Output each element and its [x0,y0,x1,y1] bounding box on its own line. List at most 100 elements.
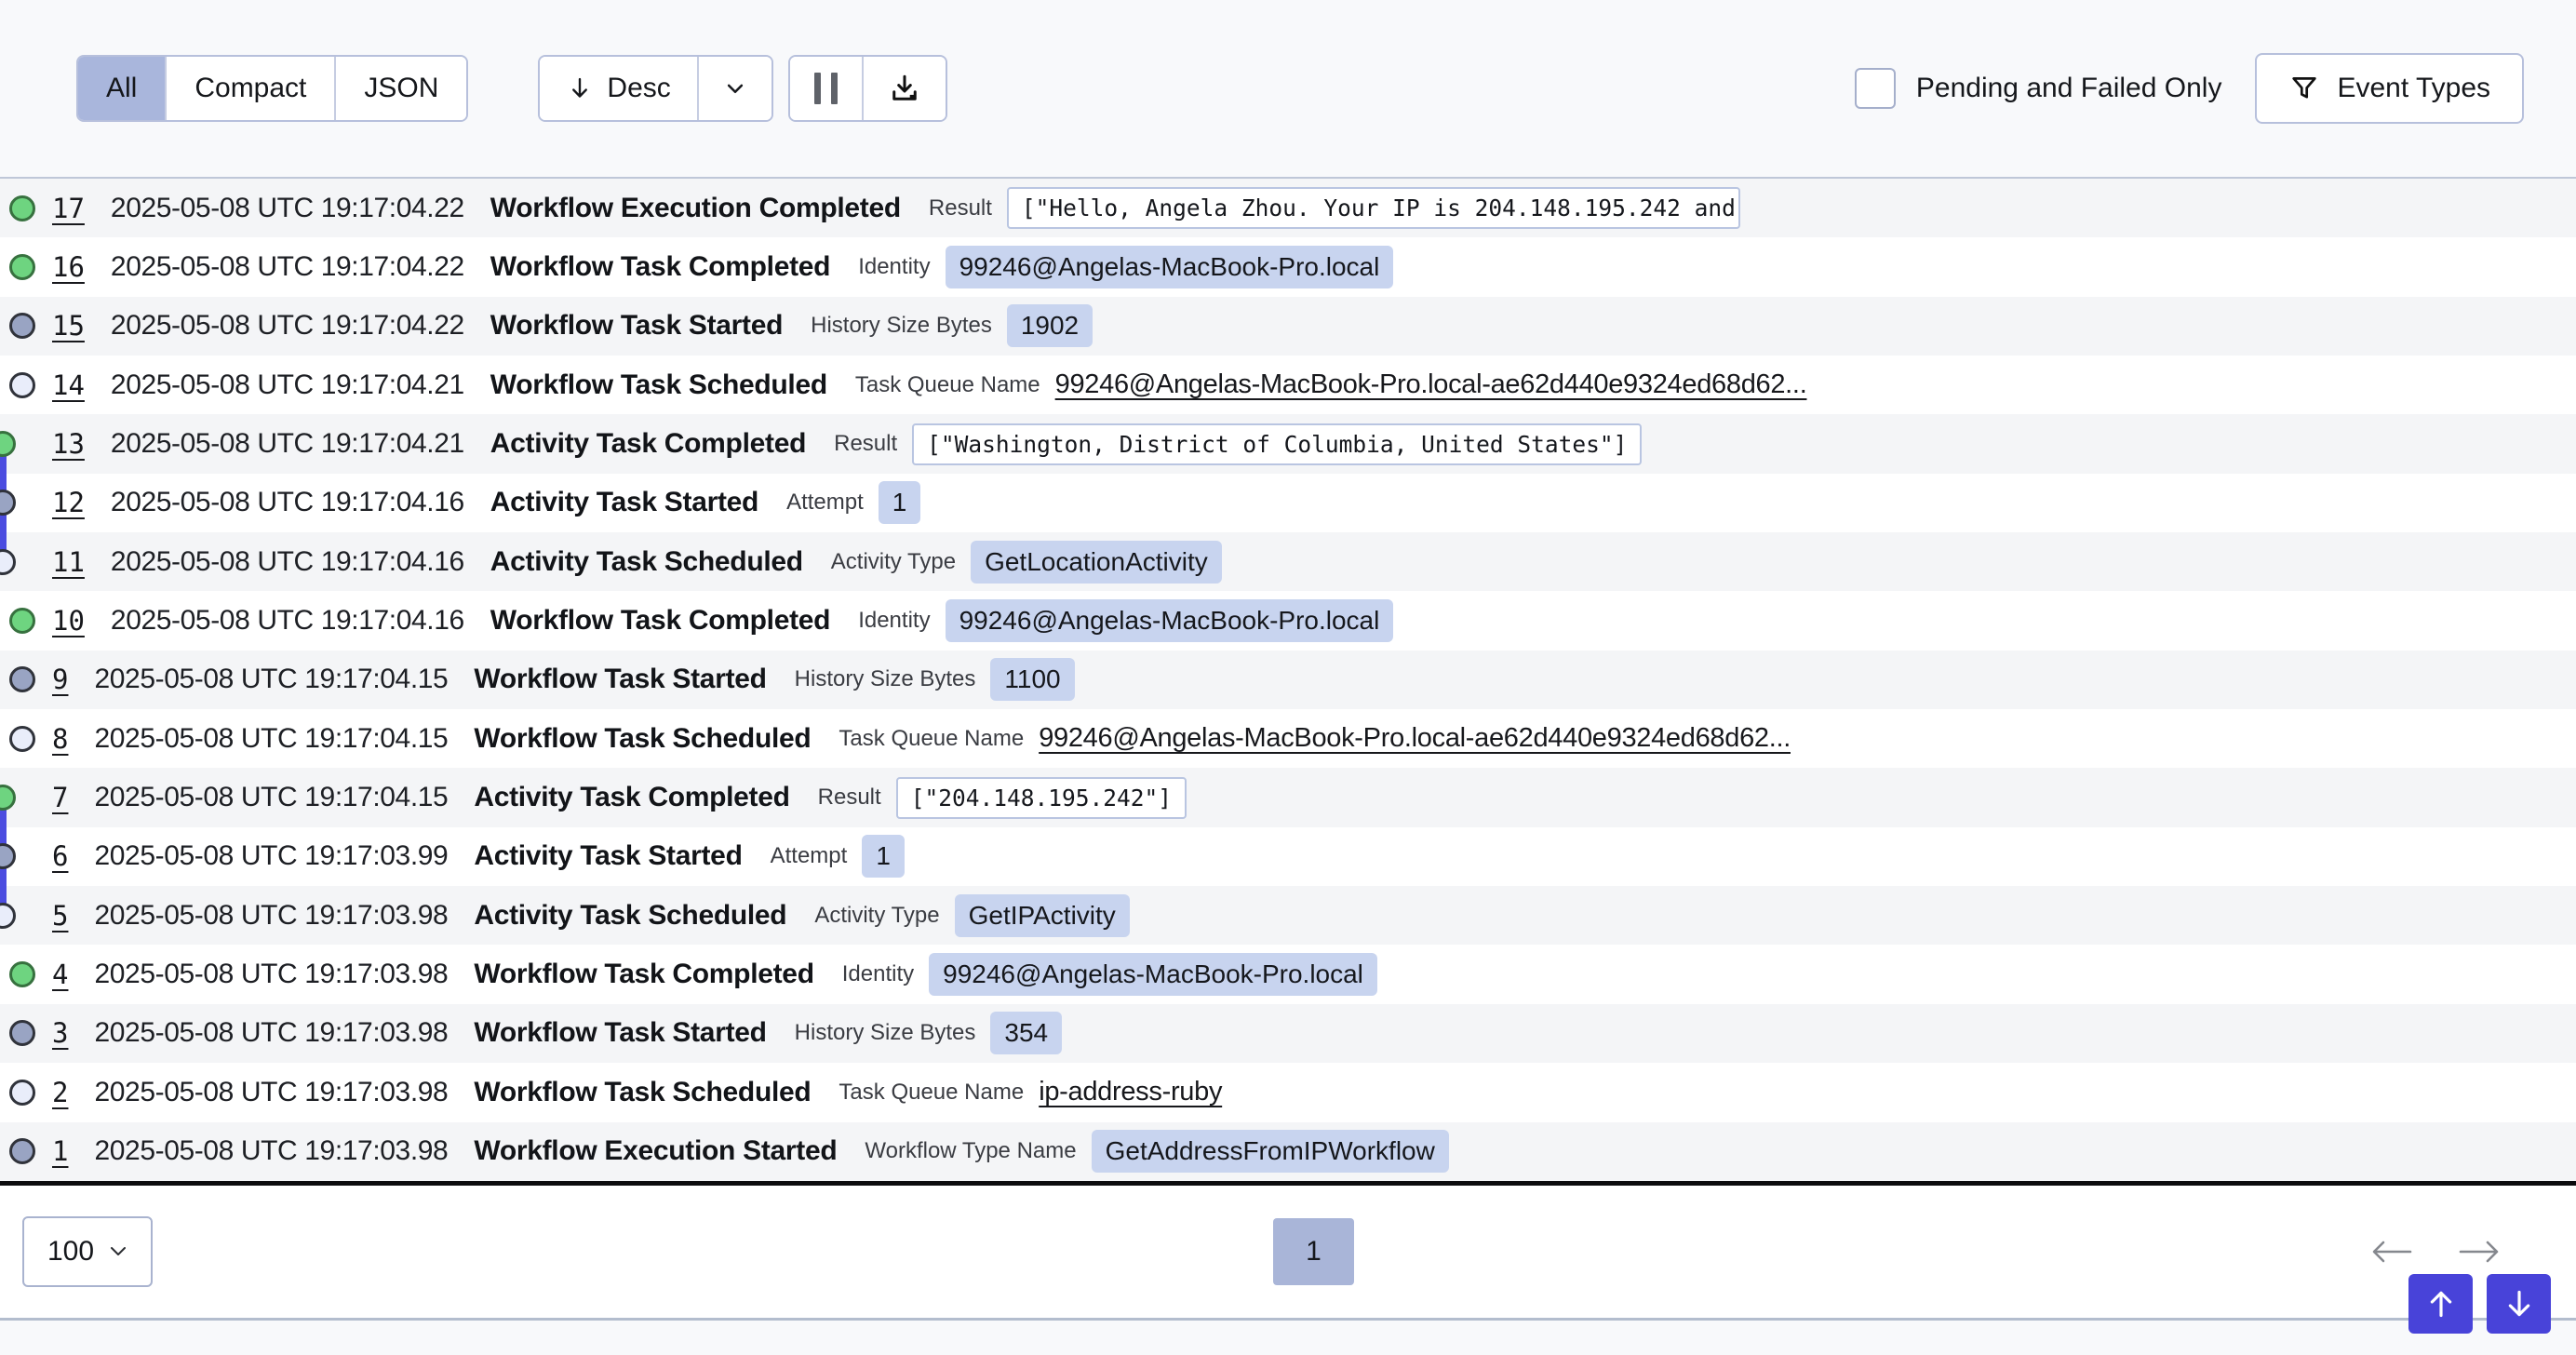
event-row-3: 32025-05-08 UTC 19:17:03.98Workflow Task… [0,1004,2576,1063]
sort-label: Desc [607,73,670,104]
event-detail-label: History Size Bytes [811,313,992,339]
previous-page-arrow-icon[interactable] [2369,1238,2414,1266]
sort-menu-button[interactable] [697,57,771,120]
event-detail-label: Attempt [786,490,864,516]
event-name: Activity Task Scheduled [490,546,803,578]
arrow-up-icon [2422,1285,2460,1322]
event-timestamp: 2025-05-08 UTC 19:17:04.22 [111,193,464,224]
download-icon [888,72,921,105]
pause-button[interactable] [790,57,862,120]
event-types-label: Event Types [2337,73,2490,104]
event-timestamp: 2025-05-08 UTC 19:17:03.99 [94,840,448,872]
event-id-link[interactable]: 14 [52,369,85,401]
event-id-link[interactable]: 6 [52,840,68,872]
pending-failed-checkbox[interactable] [1855,68,1896,109]
event-row-5: 52025-05-08 UTC 19:17:03.98Activity Task… [0,886,2576,945]
event-row-9: 92025-05-08 UTC 19:17:04.15Workflow Task… [0,651,2576,709]
event-detail-badge: 99246@Angelas-MacBook-Pro.local [946,599,1394,642]
sort-desc-button[interactable]: Desc [540,57,696,120]
tab-compact[interactable]: Compact [165,57,334,120]
pagination-footer: 100 1 [0,1186,2576,1321]
event-id-link[interactable]: 9 [52,664,68,695]
event-timestamp: 2025-05-08 UTC 19:17:04.22 [111,251,464,283]
event-timestamp: 2025-05-08 UTC 19:17:03.98 [94,1017,448,1049]
event-name: Workflow Execution Completed [490,193,901,224]
event-status-dot-completed [9,961,35,987]
event-detail-badge: 1 [862,835,905,878]
event-status-dot-completed [9,195,35,221]
sort-control: Desc [538,55,772,122]
event-name: Workflow Task Started [490,310,783,342]
event-detail-label: Activity Type [814,903,939,929]
event-detail-label: Result [834,431,897,457]
event-status-dot-scheduled [0,549,16,575]
event-detail-link[interactable]: 99246@Angelas-MacBook-Pro.local-ae62d440… [1039,723,1791,754]
toolbar-right-cluster: Pending and Failed Only Event Types [1855,53,2524,124]
event-timestamp: 2025-05-08 UTC 19:17:04.16 [111,605,464,637]
event-detail-badge: 1902 [1007,304,1093,347]
chevron-down-icon [721,74,749,102]
sort-direction-arrow-icon [566,74,594,102]
event-timestamp: 2025-05-08 UTC 19:17:03.98 [94,1077,448,1108]
event-id-link[interactable]: 1 [52,1135,68,1167]
event-timestamp: 2025-05-08 UTC 19:17:04.15 [94,723,448,755]
pending-failed-label: Pending and Failed Only [1916,73,2222,104]
event-row-12: 122025-05-08 UTC 19:17:04.16Activity Tas… [0,474,2576,532]
event-id-link[interactable]: 11 [52,546,85,578]
event-detail-label: Task Queue Name [839,726,1024,752]
event-status-dot-scheduled [9,1080,35,1106]
event-detail-badge: 1100 [990,658,1074,701]
event-detail-label: Attempt [771,843,848,869]
event-status-dot-completed [0,431,16,457]
download-button[interactable] [862,57,946,120]
event-id-link[interactable]: 7 [52,782,68,813]
event-row-2: 22025-05-08 UTC 19:17:03.98Workflow Task… [0,1063,2576,1121]
event-id-link[interactable]: 4 [52,959,68,990]
event-id-link[interactable]: 15 [52,310,85,342]
funnel-icon [2288,73,2320,104]
event-detail-label: Result [929,195,992,221]
event-detail-badge: 1 [879,481,921,524]
event-id-link[interactable]: 17 [52,193,85,224]
event-timestamp: 2025-05-08 UTC 19:17:04.15 [94,782,448,813]
event-id-link[interactable]: 5 [52,900,68,932]
event-detail-link[interactable]: 99246@Angelas-MacBook-Pro.local-ae62d440… [1055,369,1807,400]
event-name: Workflow Task Started [474,664,766,695]
event-timestamp: 2025-05-08 UTC 19:17:03.98 [94,900,448,932]
event-id-link[interactable]: 3 [52,1017,68,1049]
tab-all[interactable]: All [78,57,165,120]
event-id-link[interactable]: 10 [52,605,85,637]
event-status-dot-started [0,490,16,516]
event-detail-badge: GetAddressFromIPWorkflow [1092,1130,1449,1173]
current-page-button[interactable]: 1 [1273,1218,1354,1285]
event-id-link[interactable]: 12 [52,487,85,518]
event-row-11: 11 2025-05-08 UTC 19:17:04.16 Activity Tas… [0,532,2576,591]
event-timestamp: 2025-05-08 UTC 19:17:04.21 [111,369,464,401]
event-row-10: 102025-05-08 UTC 19:17:04.16Workflow Tas… [0,591,2576,650]
event-detail-link[interactable]: ip-address-ruby [1039,1077,1222,1107]
scroll-to-bottom-button[interactable] [2487,1274,2551,1334]
event-row-16: 162025-05-08 UTC 19:17:04.22Workflow Tas… [0,237,2576,296]
page-size-value: 100 [47,1236,94,1268]
pager-arrows [2369,1238,2502,1266]
event-id-link[interactable]: 16 [52,251,85,283]
event-timestamp: 2025-05-08 UTC 19:17:04.16 [111,546,464,578]
view-mode-tabs: All Compact JSON [76,55,468,122]
event-id-link[interactable]: 13 [52,428,85,460]
event-id-link[interactable]: 2 [52,1077,68,1108]
event-id-link[interactable]: 8 [52,723,68,755]
event-types-button[interactable]: Event Types [2255,53,2524,124]
page-size-select[interactable]: 100 [22,1216,153,1287]
event-status-dot-completed [9,254,35,280]
event-status-dot-started [9,666,35,692]
event-status-dot-started [0,843,16,869]
scroll-buttons [2408,1274,2551,1334]
scroll-to-top-button[interactable] [2408,1274,2473,1334]
event-status-dot-scheduled [9,372,35,398]
next-page-arrow-icon[interactable] [2457,1238,2502,1266]
event-detail-label: History Size Bytes [795,1020,976,1046]
event-name: Workflow Execution Started [474,1135,837,1167]
event-row-7: 72025-05-08 UTC 19:17:04.15Activity Task… [0,768,2576,826]
event-detail-badge: GetIPActivity [955,894,1130,937]
tab-json[interactable]: JSON [334,57,466,120]
